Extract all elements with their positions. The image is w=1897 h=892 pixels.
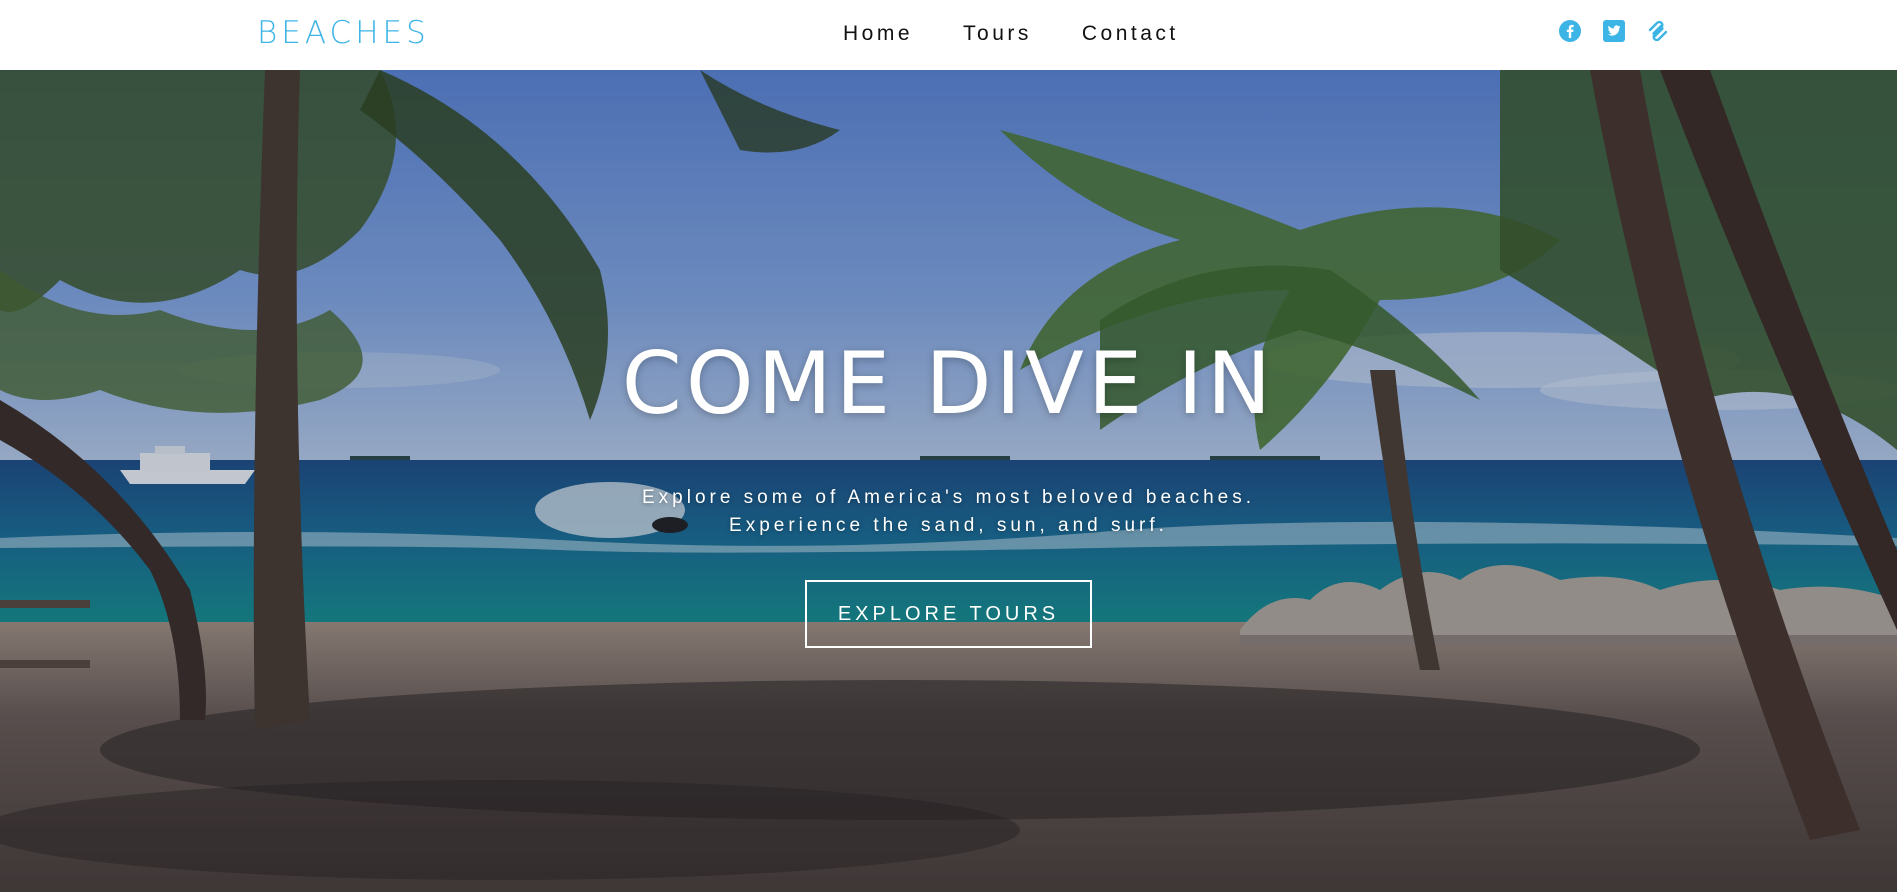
site-logo[interactable]: BEACHES [257, 13, 430, 53]
hero-title: COME DIVE IN [621, 334, 1276, 434]
hero-subtitle-line-2: Experience the sand, sun, and surf. [729, 515, 1168, 536]
hero-section: COME DIVE IN Explore some of America's m… [0, 70, 1897, 892]
main-nav: Home Tours Contact [843, 20, 1179, 48]
squarespace-icon[interactable] [1646, 19, 1670, 43]
hero-dark-overlay [0, 70, 1897, 892]
hero-subtitle-line-1: Explore some of America's most beloved b… [641, 487, 1255, 508]
nav-link-tours[interactable]: Tours [963, 20, 1032, 48]
social-links [1558, 19, 1670, 43]
hero-subtitle: Explore some of America's most beloved b… [0, 484, 1897, 540]
facebook-icon[interactable] [1558, 19, 1582, 43]
twitter-icon[interactable] [1602, 19, 1626, 43]
nav-link-home[interactable]: Home [843, 20, 913, 48]
nav-link-contact[interactable]: Contact [1082, 20, 1179, 48]
explore-tours-button[interactable]: EXPLORE TOURS [805, 580, 1092, 648]
top-navigation-bar: BEACHES Home Tours Contact [0, 0, 1897, 70]
